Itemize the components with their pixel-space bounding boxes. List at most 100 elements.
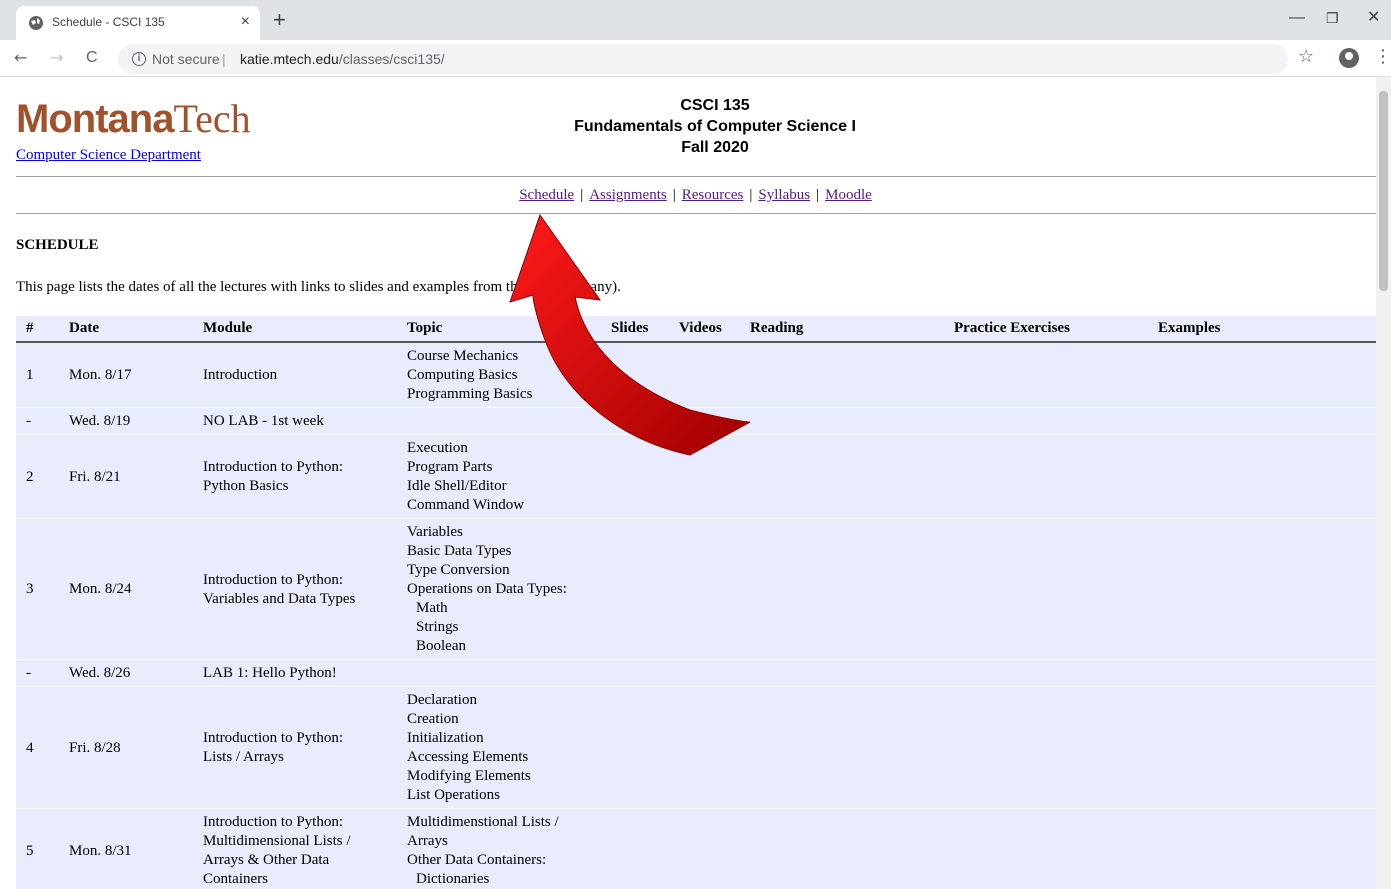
browser-tab[interactable]: Schedule - CSCI 135 × bbox=[16, 6, 260, 40]
restore-icon[interactable]: ❐ bbox=[1326, 6, 1339, 30]
nav-link-resources[interactable]: Resources bbox=[682, 187, 744, 203]
row-reading bbox=[740, 808, 944, 889]
row-examples bbox=[1148, 686, 1377, 809]
row-topic: Course Mechanics Computing Basics Programm… bbox=[397, 341, 601, 408]
col-header: Module bbox=[193, 316, 397, 343]
nav-link-schedule[interactable]: Schedule bbox=[519, 187, 574, 203]
row-topic bbox=[397, 407, 601, 435]
module-line: Introduction to Python: bbox=[203, 814, 343, 830]
topic-line: List Operations bbox=[407, 787, 500, 803]
address-bar[interactable]: i Not secure | katie.mtech.edu/classes/c… bbox=[118, 44, 1288, 74]
close-tab-icon[interactable]: × bbox=[241, 12, 250, 32]
reload-icon[interactable]: C bbox=[86, 47, 98, 69]
section-title: SCHEDULE bbox=[16, 237, 99, 253]
row-module: Introduction to Python: Python Basics bbox=[193, 434, 397, 519]
topic-line: Computing Basics bbox=[407, 367, 518, 383]
topic-line: Idle Shell/Editor bbox=[407, 478, 507, 494]
info-icon[interactable]: i bbox=[132, 52, 146, 66]
topic-line: Programming Basics bbox=[407, 386, 533, 402]
forward-arrow-icon[interactable]: → bbox=[50, 47, 63, 69]
table-row: 1 Mon. 8/17 Introduction Course Mechanics Co… bbox=[16, 341, 1377, 408]
table-row: 2 Fri. 8/21 Introduction to Python: Python … bbox=[16, 434, 1377, 519]
row-module: Introduction to Python: Lists / Arrays bbox=[193, 686, 397, 809]
module-line: Introduction to Python: bbox=[203, 730, 343, 746]
module-line: Introduction bbox=[203, 367, 278, 383]
course-header: CSCI 135 Fundamentals of Computer Scienc… bbox=[500, 95, 930, 158]
col-header: Practice Exercises bbox=[944, 316, 1148, 343]
course-term: Fall 2020 bbox=[681, 139, 749, 156]
row-number: 1 bbox=[16, 341, 59, 408]
nav-link-syllabus[interactable]: Syllabus bbox=[758, 187, 810, 203]
bookmark-star-icon[interactable]: ☆ bbox=[1298, 46, 1314, 67]
row-number: 2 bbox=[16, 434, 59, 519]
row-videos bbox=[669, 659, 740, 687]
topic-line: Math bbox=[416, 600, 448, 616]
row-examples bbox=[1148, 518, 1377, 660]
url-text[interactable]: katie.mtech.edu/classes/csci135/ bbox=[240, 44, 445, 74]
row-videos bbox=[669, 341, 740, 408]
window-close-icon[interactable]: ✕ bbox=[1367, 6, 1380, 30]
topic-line: Command Window bbox=[407, 497, 525, 513]
row-videos bbox=[669, 407, 740, 435]
row-date: Fri. 8/21 bbox=[59, 434, 193, 519]
module-line: Lists / Arrays bbox=[203, 749, 284, 765]
row-reading bbox=[740, 686, 944, 809]
topic-line: Type Conversion bbox=[407, 562, 510, 578]
row-slides bbox=[601, 808, 669, 889]
new-tab-button[interactable]: + bbox=[273, 8, 286, 32]
module-line: Containers bbox=[203, 871, 268, 887]
row-videos bbox=[669, 686, 740, 809]
back-arrow-icon[interactable]: ← bbox=[14, 47, 27, 69]
globe-icon bbox=[29, 16, 43, 30]
table-row: 5 Mon. 8/31 Introduction to Python: Multidi… bbox=[16, 808, 1377, 889]
nav-link-moodle[interactable]: Moodle bbox=[825, 187, 872, 203]
divider-bottom bbox=[16, 213, 1377, 214]
minimize-icon[interactable]: — bbox=[1289, 6, 1305, 30]
table-row: 4 Fri. 8/28 Introduction to Python: Lists /… bbox=[16, 686, 1377, 809]
topic-line: Variables bbox=[407, 524, 463, 540]
row-date: Wed. 8/19 bbox=[59, 407, 193, 435]
nav-link-assignments[interactable]: Assignments bbox=[589, 187, 667, 203]
row-date: Mon. 8/17 bbox=[59, 341, 193, 408]
topic-line: Initialization bbox=[407, 730, 484, 746]
row-reading bbox=[740, 434, 944, 519]
row-examples bbox=[1148, 434, 1377, 519]
table-row: 3 Mon. 8/24 Introduction to Python: Variabl… bbox=[16, 518, 1377, 660]
topic-line: Multidimenstional Lists / bbox=[407, 814, 559, 830]
row-topic bbox=[397, 659, 601, 687]
module-line: Python Basics bbox=[203, 478, 289, 494]
dept-link[interactable]: Computer Science Department bbox=[16, 147, 201, 164]
row-examples bbox=[1148, 808, 1377, 889]
topic-line: Program Parts bbox=[407, 459, 493, 475]
row-topic: Multidimenstional Lists / Arrays Other Dat… bbox=[397, 808, 601, 889]
topic-line: Operations on Data Types: bbox=[407, 581, 567, 597]
course-nav: Schedule | Assignments | Resources | Syllabus |… bbox=[519, 187, 872, 203]
divider-top bbox=[16, 176, 1377, 177]
topic-line: Basic Data Types bbox=[407, 543, 512, 559]
row-number: - bbox=[16, 407, 59, 435]
profile-icon[interactable] bbox=[1339, 48, 1359, 68]
row-slides bbox=[601, 686, 669, 809]
topic-line: Boolean bbox=[416, 638, 466, 654]
row-reading bbox=[740, 659, 944, 687]
row-examples bbox=[1148, 341, 1377, 408]
row-date: Wed. 8/26 bbox=[59, 659, 193, 687]
row-module: Introduction to Python: Multidimensional … bbox=[193, 808, 397, 889]
module-line: Variables and Data Types bbox=[203, 590, 356, 607]
browser-menu-icon[interactable]: ⋮ bbox=[1374, 46, 1391, 67]
table-row: - Wed. 8/19 NO LAB - 1st week bbox=[16, 407, 1377, 435]
scrollbar[interactable] bbox=[1376, 77, 1391, 889]
row-practice bbox=[944, 434, 1148, 519]
row-practice bbox=[944, 518, 1148, 660]
topic-line: Accessing Elements bbox=[407, 749, 529, 765]
row-reading bbox=[740, 407, 944, 435]
topic-line: Strings bbox=[416, 619, 459, 635]
topic-line: Creation bbox=[407, 711, 459, 727]
row-videos bbox=[669, 808, 740, 889]
row-date: Fri. 8/28 bbox=[59, 686, 193, 809]
scrollbar-thumb[interactable] bbox=[1379, 91, 1388, 291]
row-module: Introduction bbox=[193, 341, 397, 408]
row-number: - bbox=[16, 659, 59, 687]
page-content: MontanaTech Computer Science Department … bbox=[0, 77, 1391, 889]
topic-line: Execution bbox=[407, 440, 468, 456]
